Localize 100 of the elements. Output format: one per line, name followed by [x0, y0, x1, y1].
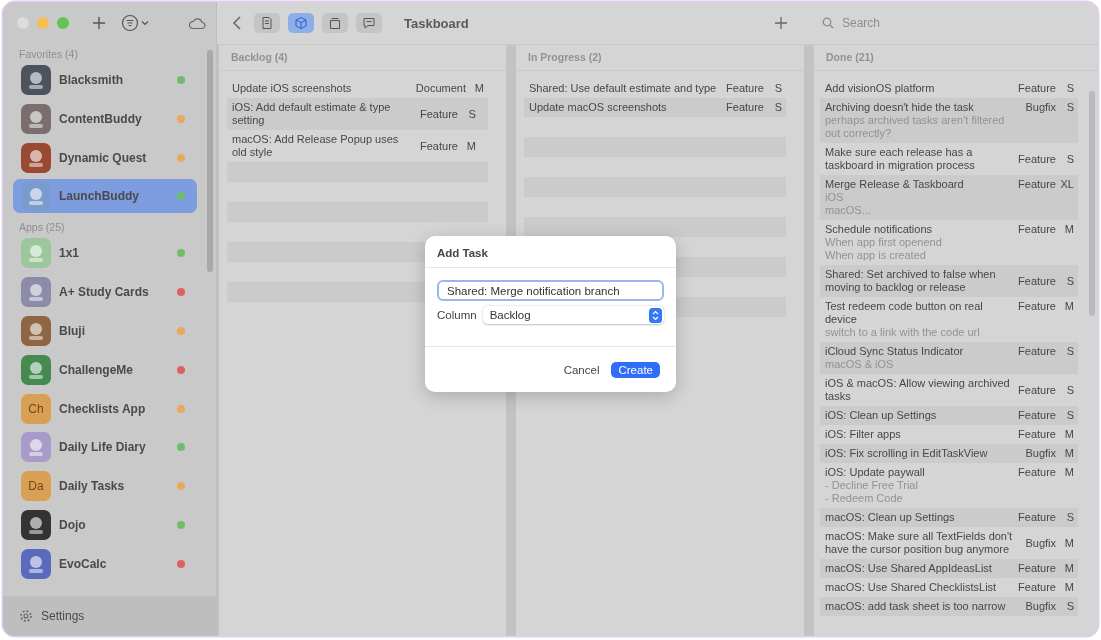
app-icon: [21, 142, 51, 173]
create-button[interactable]: Create: [611, 362, 660, 378]
task-row[interactable]: Test redeem code button on real device switch to a link with the code url Feature M: [820, 297, 1078, 342]
task-row[interactable]: macOS: Add Release Popup uses old style Feature M: [227, 130, 488, 162]
task-title: Add visionOS platform: [825, 82, 936, 95]
app-item[interactable]: 1x1: [13, 236, 197, 271]
app-item[interactable]: ChallengeMe: [13, 352, 197, 387]
task-type: Bugfix: [1025, 536, 1056, 550]
app-item[interactable]: Blacksmith: [13, 63, 197, 97]
task-row[interactable]: Add visionOS platform Feature S: [820, 79, 1078, 98]
task-size: S: [1065, 511, 1074, 524]
section-header: Favorites (4): [18, 47, 79, 62]
task-size: M: [1063, 466, 1074, 479]
task-row[interactable]: iOS: Fix scrolling in EditTaskView Bugfix M: [820, 444, 1078, 463]
task-row[interactable]: macOS: Use Shared AppIdeasList Feature M: [820, 559, 1078, 578]
task-row[interactable]: iOS: Add default estimate & type setting Feature S: [227, 98, 488, 130]
app-icon: [21, 548, 51, 579]
task-note: macOS...: [825, 204, 872, 217]
task-size: M: [1063, 536, 1074, 550]
task-size: S: [467, 107, 476, 121]
app-icon: [21, 432, 51, 463]
task-type: Feature: [1018, 562, 1056, 575]
task-type: Feature: [420, 107, 458, 121]
task-title: iOS: Update paywall: [825, 466, 926, 479]
cloud-icon[interactable]: [188, 16, 206, 30]
app-item[interactable]: Dynamic Quest: [13, 140, 197, 175]
app-icon: [21, 181, 51, 212]
task-title: macOS: Clean up Settings: [825, 511, 956, 524]
task-title: macOS: Use Shared ChecklistsList: [825, 581, 998, 594]
task-title: iCloud Sync Status Indicator: [825, 345, 965, 358]
task-row[interactable]: Shared: Use default estimate and type Feature S: [524, 79, 786, 98]
filter-menu-icon[interactable]: [121, 14, 151, 32]
task-row[interactable]: Shared: Set archived to false when moving to backlog or release Feature S: [820, 265, 1078, 297]
task-title: Shared: Use default estimate and type: [529, 82, 718, 95]
task-note: - Redeem Code: [825, 492, 904, 505]
task-type: Feature: [1018, 511, 1056, 524]
task-size: M: [465, 139, 476, 153]
app-item[interactable]: Da Daily Tasks: [13, 469, 197, 504]
stepper-icon: [649, 307, 662, 323]
view-button[interactable]: [254, 13, 280, 33]
back-icon[interactable]: [232, 15, 242, 31]
task-row[interactable]: macOS: add task sheet is too narrow Bugfix S: [820, 597, 1078, 616]
view-button[interactable]: [288, 13, 314, 33]
app-item[interactable]: ContentBuddy: [13, 101, 197, 136]
task-row[interactable]: iOS: Clean up Settings Feature S: [820, 406, 1078, 425]
task-row[interactable]: Update macOS screenshots Feature S: [524, 98, 786, 117]
app-item[interactable]: Ch Checklists App: [13, 391, 197, 426]
app-item[interactable]: Dojo: [13, 507, 197, 542]
app-item[interactable]: EvoCalc: [13, 546, 197, 581]
task-row[interactable]: Make sure each release has a taskboard in migration process Feature S: [820, 143, 1078, 175]
task-type: Feature: [1018, 152, 1056, 166]
task-row[interactable]: macOS: Use Shared ChecklistsList Feature M: [820, 578, 1078, 597]
task-title: macOS: Use Shared AppIdeasList: [825, 562, 993, 575]
scrollbar[interactable]: [1089, 91, 1095, 316]
column-header: Backlog (4): [219, 45, 506, 71]
app-item[interactable]: Bluji: [13, 314, 197, 348]
task-type: Feature: [1018, 409, 1056, 422]
view-button[interactable]: [356, 13, 382, 33]
task-note: When app first openend: [825, 236, 943, 249]
task-row[interactable]: iOS & macOS: Allow viewing archived tasks Feature S: [820, 374, 1078, 406]
column-header: In Progress (2): [516, 45, 804, 71]
add-icon[interactable]: [91, 15, 107, 31]
section-header: Apps (25): [18, 220, 66, 236]
view-button[interactable]: [322, 13, 348, 33]
task-row[interactable]: iOS: Update paywall - Decline Free Trial - Redeem Code Feature M: [820, 463, 1078, 508]
settings-button[interactable]: Settings: [3, 596, 216, 636]
task-row[interactable]: macOS: Make sure all TextFields don't have the cursor position bug anymore Bugfix M: [820, 527, 1078, 559]
task-row[interactable]: Archiving doesn't hide the task perhaps archived tasks aren't filtered out correctly? Bugfix S: [820, 98, 1078, 143]
task-note: switch to a link with the code url: [825, 326, 981, 339]
settings-icon: [19, 609, 33, 623]
app-icon: [21, 238, 51, 269]
task-size: S: [773, 101, 782, 114]
scrollbar[interactable]: [207, 50, 213, 272]
task-title: Update macOS screenshots: [529, 101, 668, 114]
task-type: Feature: [1018, 466, 1056, 479]
task-size: M: [473, 82, 484, 95]
dialog-title: Add Task: [425, 236, 676, 268]
task-size: S: [1065, 152, 1074, 166]
task-size: XL: [1059, 178, 1074, 191]
task-title: iOS: Filter apps: [825, 428, 902, 441]
task-row[interactable]: macOS: Clean up Settings Feature S: [820, 508, 1078, 527]
task-size: M: [1063, 562, 1074, 575]
app-item[interactable]: Daily Life Diary: [13, 430, 197, 465]
task-name-field[interactable]: Shared: Merge notification branch: [437, 280, 664, 301]
task-type: Feature: [420, 139, 458, 153]
cancel-button[interactable]: Cancel: [559, 362, 604, 378]
add-icon[interactable]: [774, 16, 788, 30]
task-title: Archiving doesn't hide the task: [825, 101, 975, 114]
app-item[interactable]: LaunchBuddy: [13, 179, 197, 214]
task-type: Feature: [1018, 178, 1056, 191]
task-title: Test redeem code button on real device: [825, 300, 984, 326]
task-row[interactable]: Schedule notifications When app first openend When app is created Feature M: [820, 220, 1078, 265]
column-select[interactable]: Backlog: [482, 306, 664, 324]
task-size: M: [1063, 223, 1074, 236]
task-title: Merge Release & Taskboard: [825, 178, 965, 191]
task-size: S: [1065, 101, 1074, 114]
task-row[interactable]: Update iOS screenshots Document M: [227, 79, 488, 98]
app-item[interactable]: A+ Study Cards: [13, 275, 197, 310]
task-row[interactable]: iOS: Filter apps Feature M: [820, 425, 1078, 444]
task-type: Feature: [726, 101, 764, 114]
